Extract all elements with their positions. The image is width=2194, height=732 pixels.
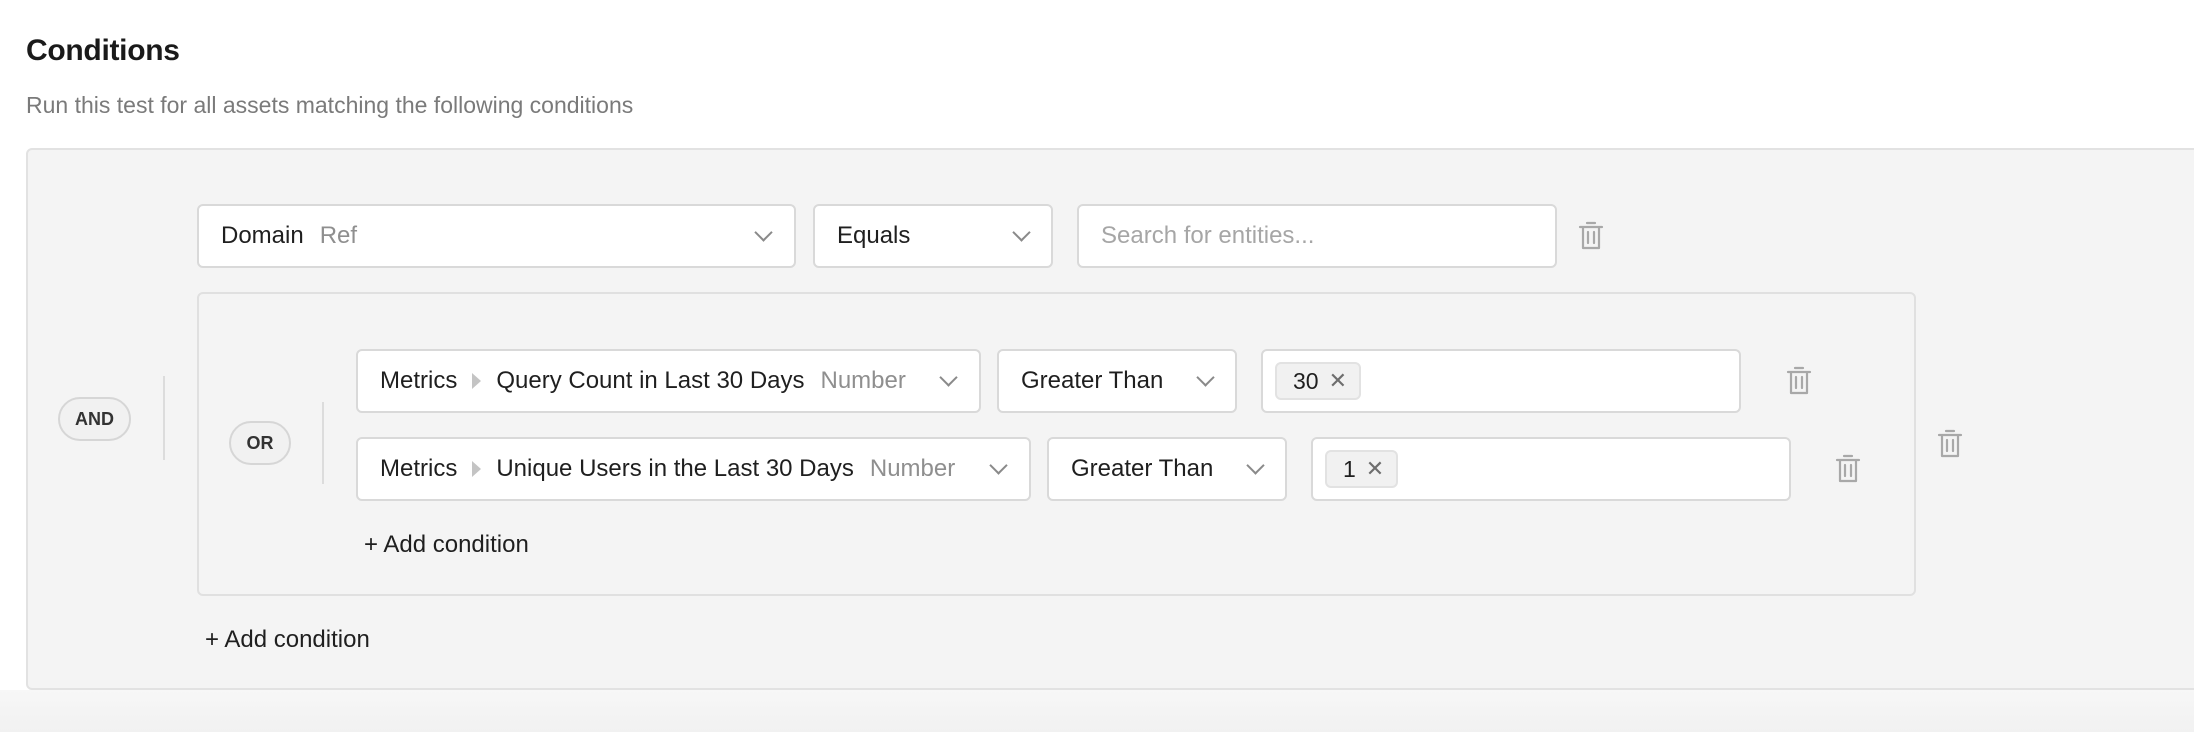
operator-select-greater-than[interactable]: Greater Than — [1047, 437, 1287, 501]
chevron-down-icon — [939, 368, 958, 387]
search-placeholder: Search for entities... — [1101, 222, 1315, 249]
trash-icon[interactable] — [1786, 365, 1812, 397]
value-tag: 30 ✕ — [1275, 362, 1362, 400]
section-title: Conditions — [26, 34, 180, 67]
and-operator-toggle[interactable]: AND — [58, 397, 131, 441]
and-group-connector — [163, 376, 165, 460]
value-tag-label: 1 — [1343, 455, 1356, 482]
page-footer-fade — [0, 690, 2194, 732]
add-condition-and-button[interactable]: + Add condition — [205, 626, 370, 654]
operator-label: Greater Than — [1021, 367, 1164, 394]
value-tag: 1 ✕ — [1325, 450, 1399, 488]
entity-search-input[interactable]: Search for entities... — [1077, 204, 1557, 268]
or-group-connector — [322, 402, 324, 484]
chevron-down-icon — [754, 223, 773, 242]
field-select-unique-users[interactable]: Metrics Unique Users in the Last 30 Days… — [356, 437, 1031, 501]
caret-right-icon — [472, 461, 482, 477]
operator-label: Equals — [837, 222, 911, 249]
field-label: Query Count in Last 30 Days — [496, 367, 805, 394]
field-type-label: Number — [820, 367, 906, 394]
operator-select-equals[interactable]: Equals — [813, 204, 1053, 268]
value-tag-label: 30 — [1293, 367, 1319, 394]
add-condition-or-button[interactable]: + Add condition — [364, 531, 529, 559]
operator-select-greater-than[interactable]: Greater Than — [997, 349, 1237, 413]
chevron-down-icon — [1196, 368, 1215, 387]
trash-icon[interactable] — [1937, 428, 1963, 460]
close-icon[interactable]: ✕ — [1329, 368, 1347, 394]
chevron-down-icon — [1246, 456, 1265, 475]
field-select-query-count[interactable]: Metrics Query Count in Last 30 Days Numb… — [356, 349, 981, 413]
operator-label: Greater Than — [1071, 455, 1214, 482]
field-label: Unique Users in the Last 30 Days — [496, 455, 854, 482]
trash-icon[interactable] — [1578, 220, 1604, 252]
chevron-down-icon — [1012, 223, 1031, 242]
chevron-down-icon — [989, 456, 1008, 475]
field-select-domain[interactable]: Domain Ref — [197, 204, 796, 268]
section-description: Run this test for all assets matching th… — [26, 92, 634, 118]
field-type-label: Ref — [319, 222, 358, 249]
field-type-label: Number — [869, 455, 956, 482]
value-input-unique-users[interactable]: 1 ✕ — [1311, 437, 1791, 501]
field-parent-label: Metrics — [380, 455, 458, 482]
field-label: Domain — [221, 222, 304, 249]
or-operator-toggle[interactable]: OR — [229, 421, 291, 465]
field-parent-label: Metrics — [380, 367, 458, 394]
value-input-query-count[interactable]: 30 ✕ — [1261, 349, 1741, 413]
caret-right-icon — [472, 373, 482, 389]
trash-icon[interactable] — [1835, 453, 1861, 485]
close-icon[interactable]: ✕ — [1366, 456, 1384, 482]
